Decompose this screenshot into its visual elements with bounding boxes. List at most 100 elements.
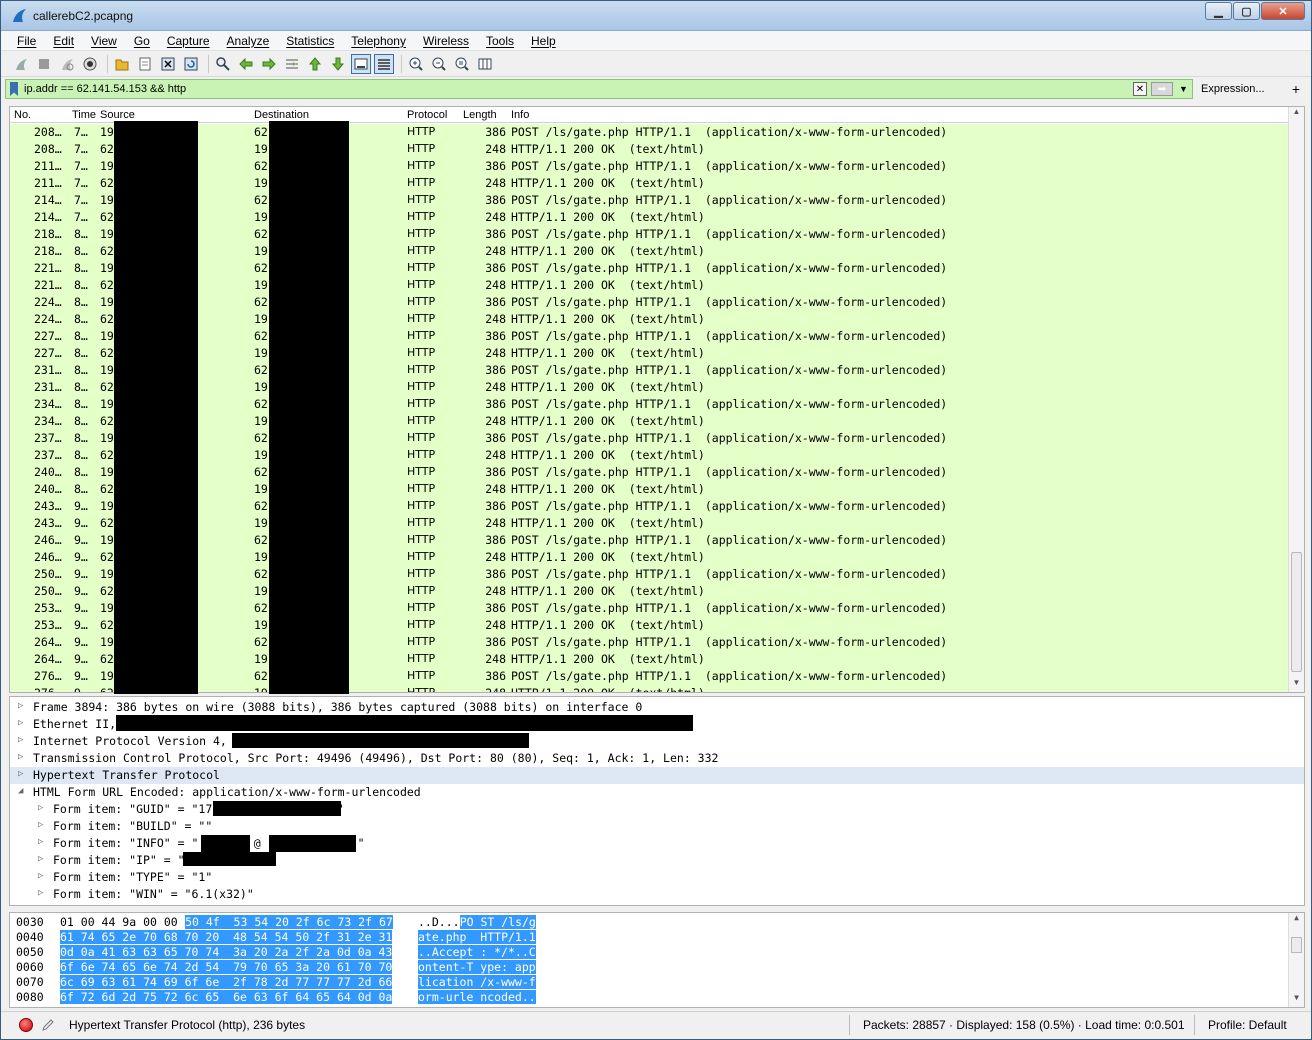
display-filter-input[interactable] [24,83,1133,95]
status-profile[interactable]: Profile: Default [1208,1018,1287,1032]
start-capture-icon[interactable] [11,54,31,74]
zoom-in-icon[interactable] [406,54,426,74]
find-packet-icon[interactable] [213,54,233,74]
packet-row[interactable]: 224… 8… 62 19 HTTP 248 HTTP/1.1 200 OK (text/h… [10,311,1288,328]
stop-capture-icon[interactable] [34,54,54,74]
bytes-scrollbar[interactable]: ▲ ▼ [1288,913,1304,1007]
packet-row[interactable]: 240… 8… 19 62 HTTP 386 POST /ls/gate.php HTTP/… [10,464,1288,481]
packet-row[interactable]: 214… 7… 62 19 HTTP 248 HTTP/1.1 200 OK (text/h… [10,209,1288,226]
go-forward-icon[interactable] [259,54,279,74]
packet-row[interactable]: 221… 8… 19 62 HTTP 386 POST /ls/gate.php HTTP/… [10,260,1288,277]
auto-scroll-icon[interactable] [351,53,371,74]
go-to-packet-icon[interactable] [282,54,302,74]
close-file-icon[interactable] [158,54,178,74]
packet-row[interactable]: 276… 9… 19 62 HTTP 386 POST /ls/gate.php HTTP/… [10,668,1288,685]
detail-row[interactable]: ◢ HTML Form URL Encoded: application/x-ww… [10,784,1304,801]
expand-arrow-icon[interactable]: ▷ [38,888,43,898]
apply-filter-icon[interactable]: ➡ [1151,82,1173,96]
expand-arrow-icon[interactable]: ▷ [18,752,23,762]
packet-row[interactable]: 246… 9… 19 62 HTTP 386 POST /ls/gate.php HTTP/… [10,532,1288,549]
packet-row[interactable]: 237… 8… 62 19 HTTP 248 HTTP/1.1 200 OK (text/h… [10,447,1288,464]
bookmark-icon[interactable] [10,82,18,96]
menu-go[interactable]: Go [126,34,159,48]
col-header-protocol[interactable]: Protocol [407,109,447,121]
packet-row[interactable]: 224… 8… 19 62 HTTP 386 POST /ls/gate.php HTTP/… [10,294,1288,311]
packet-row[interactable]: 208… 7… 62 19 HTTP 248 HTTP/1.1 200 OK (text/h… [10,141,1288,158]
packet-row[interactable]: 221… 8… 62 19 HTTP 248 HTTP/1.1 200 OK (text/h… [10,277,1288,294]
menu-edit[interactable]: Edit [45,34,83,48]
detail-row[interactable]: ▷ Form item: "TYPE" = "1" [10,869,1304,886]
col-header-info[interactable]: Info [511,109,529,121]
reload-file-icon[interactable] [181,54,201,74]
hex-row[interactable]: 0080 6f 72 6d 2d 75 72 6c 65 6e 63 6f 64 … [10,990,1280,1005]
packet-row[interactable]: 246… 9… 62 19 HTTP 248 HTTP/1.1 200 OK (text/h… [10,549,1288,566]
save-file-icon[interactable] [135,54,155,74]
edit-comment-icon[interactable] [41,1018,55,1032]
normal-size-icon[interactable] [452,54,472,74]
menu-analyze[interactable]: Analyze [219,34,279,48]
packet-row[interactable]: 218… 8… 62 19 HTTP 248 HTTP/1.1 200 OK (text/h… [10,243,1288,260]
minimize-button[interactable]: ▁ [1205,2,1232,20]
packet-row[interactable]: 211… 7… 19 62 HTTP 386 POST /ls/gate.php HTTP/… [10,158,1288,175]
scroll-down-icon[interactable]: ▼ [1289,678,1304,692]
detail-row[interactable]: ▷ Hypertext Transfer Protocol [10,767,1304,784]
expand-arrow-icon[interactable]: ▷ [18,718,23,728]
chevron-down-icon[interactable]: ▼ [1179,84,1189,94]
scroll-up-icon[interactable]: ▲ [1289,107,1304,121]
menu-wireless[interactable]: Wireless [415,34,478,48]
packet-row[interactable]: 237… 8… 19 62 HTTP 386 POST /ls/gate.php HTTP/… [10,430,1288,447]
detail-row[interactable]: ▷ Transmission Control Protocol, Src Port… [10,750,1304,767]
open-file-icon[interactable] [112,54,132,74]
packet-row[interactable]: 231… 8… 19 62 HTTP 386 POST /ls/gate.php HTTP/… [10,362,1288,379]
packet-row[interactable]: 264… 9… 19 62 HTTP 386 POST /ls/gate.php HTTP/… [10,634,1288,651]
hex-row[interactable]: 0030 01 00 44 9a 00 00 50 4f 53 54 20 2f … [10,915,1280,930]
capture-options-icon[interactable] [80,54,100,74]
packet-row[interactable]: 211… 7… 62 19 HTTP 248 HTTP/1.1 200 OK (text/h… [10,175,1288,192]
expand-arrow-icon[interactable]: ▷ [38,854,43,864]
expand-arrow-icon[interactable]: ▷ [18,735,23,745]
packet-list-scrollbar[interactable]: ▲ ▼ [1288,107,1304,692]
maximize-button[interactable]: ▢ [1233,2,1260,20]
expert-info-icon[interactable] [19,1018,33,1032]
close-button[interactable]: ✕ [1261,2,1305,20]
first-packet-icon[interactable] [305,54,325,74]
col-header-destination[interactable]: Destination [254,109,309,121]
packet-row[interactable]: 276… 9… 62 19 HTTP 248 HTTP/1.1 200 OK (text/h… [10,685,1288,692]
packet-row[interactable]: 231… 8… 62 19 HTTP 248 HTTP/1.1 200 OK (text/h… [10,379,1288,396]
scroll-up-icon[interactable]: ▲ [1289,913,1304,927]
zoom-out-icon[interactable] [429,54,449,74]
packet-row[interactable]: 264… 9… 62 19 HTTP 248 HTTP/1.1 200 OK (text/h… [10,651,1288,668]
hex-row[interactable]: 0070 6c 69 63 61 74 69 6f 6e 2f 78 2d 77 … [10,975,1280,990]
menu-file[interactable]: File [9,34,45,48]
expand-arrow-icon[interactable]: ▷ [38,837,43,847]
col-header-time[interactable]: Time [72,109,96,121]
expression-button[interactable]: Expression... [1193,83,1285,95]
clear-filter-icon[interactable]: ✕ [1133,82,1147,96]
expand-arrow-icon[interactable]: ◢ [18,786,23,796]
col-header-no[interactable]: No. [14,109,31,121]
packet-row[interactable]: 208… 7… 19 62 HTTP 386 POST /ls/gate.php HTTP/… [10,124,1288,141]
packet-row[interactable]: 234… 8… 19 62 HTTP 386 POST /ls/gate.php HTTP/… [10,396,1288,413]
detail-row[interactable]: ▷ Form item: "GUID" = "17 " [10,801,1304,818]
scroll-thumb[interactable] [1291,552,1302,672]
last-packet-icon[interactable] [328,54,348,74]
hex-row[interactable]: 0050 0d 0a 41 63 63 65 70 74 3a 20 2a 2f … [10,945,1280,960]
hex-row[interactable]: 0060 6f 6e 74 65 6e 74 2d 54 79 70 65 3a … [10,960,1280,975]
menu-statistics[interactable]: Statistics [278,34,343,48]
packet-row[interactable]: 253… 9… 19 62 HTTP 386 POST /ls/gate.php HTTP/… [10,600,1288,617]
col-header-length[interactable]: Length [463,109,497,121]
menu-help[interactable]: Help [523,34,565,48]
expand-arrow-icon[interactable]: ▷ [18,701,23,711]
packet-row[interactable]: 240… 8… 62 19 HTTP 248 HTTP/1.1 200 OK (text/h… [10,481,1288,498]
packet-row[interactable]: 234… 8… 62 19 HTTP 248 HTTP/1.1 200 OK (text/h… [10,413,1288,430]
expand-arrow-icon[interactable]: ▷ [38,803,43,813]
expand-arrow-icon[interactable]: ▷ [38,871,43,881]
add-filter-button[interactable]: + [1285,81,1307,97]
expand-arrow-icon[interactable]: ▷ [18,769,23,779]
detail-row[interactable]: ▷ Form item: "WIN" = "6.1(x32)" [10,886,1304,903]
packet-row[interactable]: 250… 9… 62 19 HTTP 248 HTTP/1.1 200 OK (text/h… [10,583,1288,600]
packet-row[interactable]: 218… 8… 19 62 HTTP 386 POST /ls/gate.php HTTP/… [10,226,1288,243]
packet-row[interactable]: 253… 9… 62 19 HTTP 248 HTTP/1.1 200 OK (text/h… [10,617,1288,634]
expand-arrow-icon[interactable]: ▷ [38,820,43,830]
menu-tools[interactable]: Tools [478,34,523,48]
